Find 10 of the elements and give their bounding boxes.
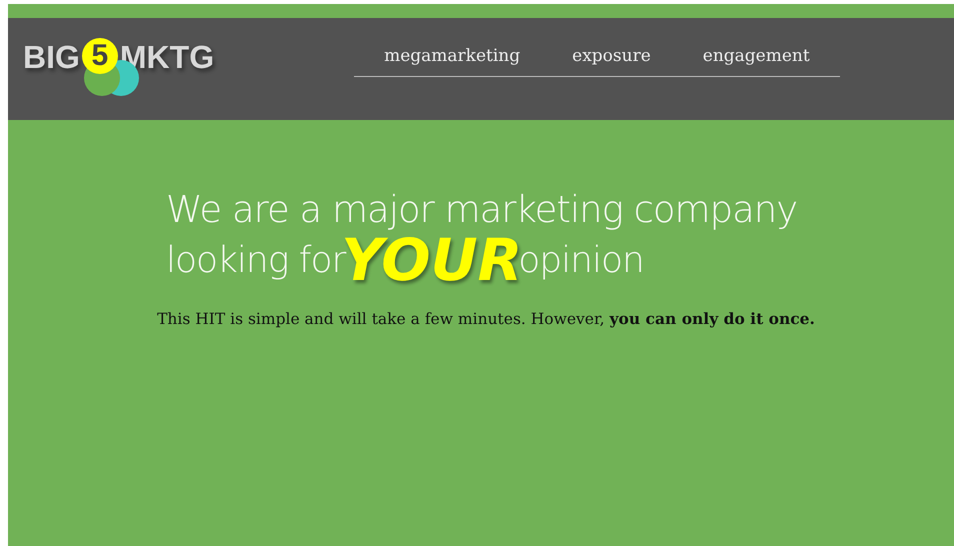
headline-text: opinion [518, 240, 644, 280]
nav-link[interactable]: exposure [572, 46, 651, 66]
headline-text: looking for [166, 240, 346, 280]
headline-text: We are a major marketing company [166, 188, 798, 231]
nav-link[interactable]: engagement [702, 46, 810, 66]
nav-link[interactable]: megamarketing [384, 46, 520, 66]
logo-text: BIG [23, 38, 80, 76]
logo-text: MKTG [120, 38, 214, 76]
logo-number: 5 [82, 38, 118, 74]
intro-text: This HIT is simple and will take a few minutes. However, you can only do it once. [157, 309, 815, 328]
